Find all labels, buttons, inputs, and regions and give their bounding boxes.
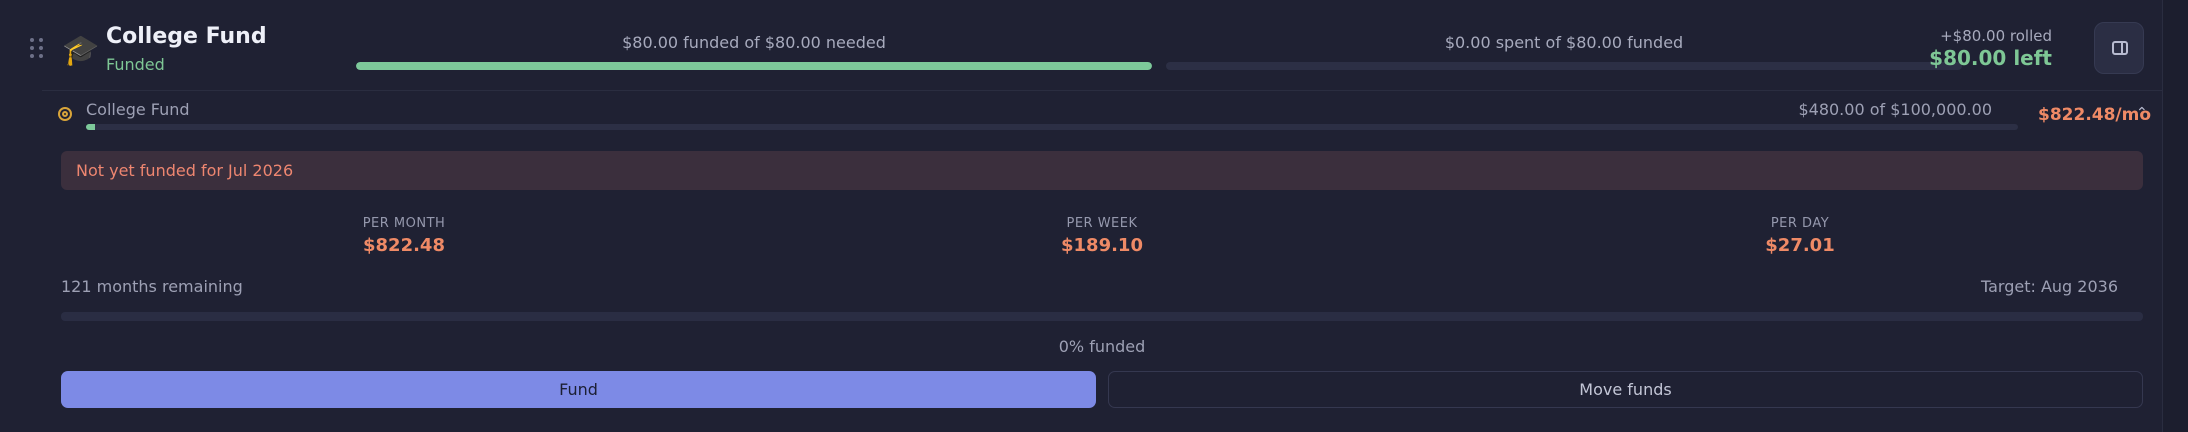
stat-label: PER MONTH [362, 216, 446, 231]
monthly-amount: $822.48/mo [2038, 105, 2152, 125]
move-funds-button[interactable]: Move funds [1108, 371, 2143, 408]
category-title: College Fund [106, 24, 267, 49]
stat-per-month: PER MONTH $822.48 [254, 216, 554, 256]
status-label: Funded [106, 55, 165, 74]
fund-button[interactable]: Fund [61, 371, 1096, 408]
chevron-up-icon[interactable]: ⌃ [2136, 105, 2148, 121]
funded-progress-fill [356, 62, 1152, 70]
stat-label: PER WEEK [1066, 216, 1138, 231]
left-amount: $80.00 left [1929, 46, 2052, 70]
goal-name: College Fund [86, 100, 190, 119]
header-divider [42, 90, 2162, 91]
stat-label: PER DAY [1770, 216, 1830, 231]
target-date: Target: Aug 2036 [1980, 277, 2118, 296]
rolled-amount: +$80.00 rolled [1940, 27, 2052, 45]
percent-funded-text: 0% funded [1058, 337, 1146, 356]
target-icon [58, 107, 72, 121]
right-gutter [2162, 0, 2188, 432]
alert-text: Not yet funded for Jul 2026 [76, 161, 294, 180]
funded-summary: $80.00 funded of $80.00 needed [622, 33, 886, 52]
stat-value: $189.10 [1061, 235, 1143, 256]
stat-per-week: PER WEEK $189.10 [952, 216, 1252, 256]
funding-alert: Not yet funded for Jul 2026 [61, 151, 2143, 190]
budget-category-card: 🎓 College Fund Funded $80.00 funded of $… [0, 0, 2162, 432]
spent-summary: $0.00 spent of $80.00 funded [1444, 33, 1684, 52]
stat-value: $27.01 [1765, 235, 1835, 256]
drag-handle-icon[interactable] [30, 38, 44, 60]
months-remaining: 121 months remaining [61, 277, 243, 296]
spent-progress-bar [1166, 62, 1962, 70]
funded-progress-bar [356, 62, 1152, 70]
goal-progress-fill [86, 124, 96, 130]
toggle-side-panel-button[interactable] [2094, 22, 2144, 74]
percent-funded-bar [61, 312, 2143, 321]
stat-per-day: PER DAY $27.01 [1650, 216, 1950, 256]
stat-value: $822.48 [363, 235, 445, 256]
side-panel-icon [2112, 41, 2128, 55]
goal-progress-bar [86, 124, 2018, 130]
graduation-cap-icon: 🎓 [62, 33, 100, 68]
goal-progress-text: $480.00 of $100,000.00 [1798, 100, 1992, 119]
